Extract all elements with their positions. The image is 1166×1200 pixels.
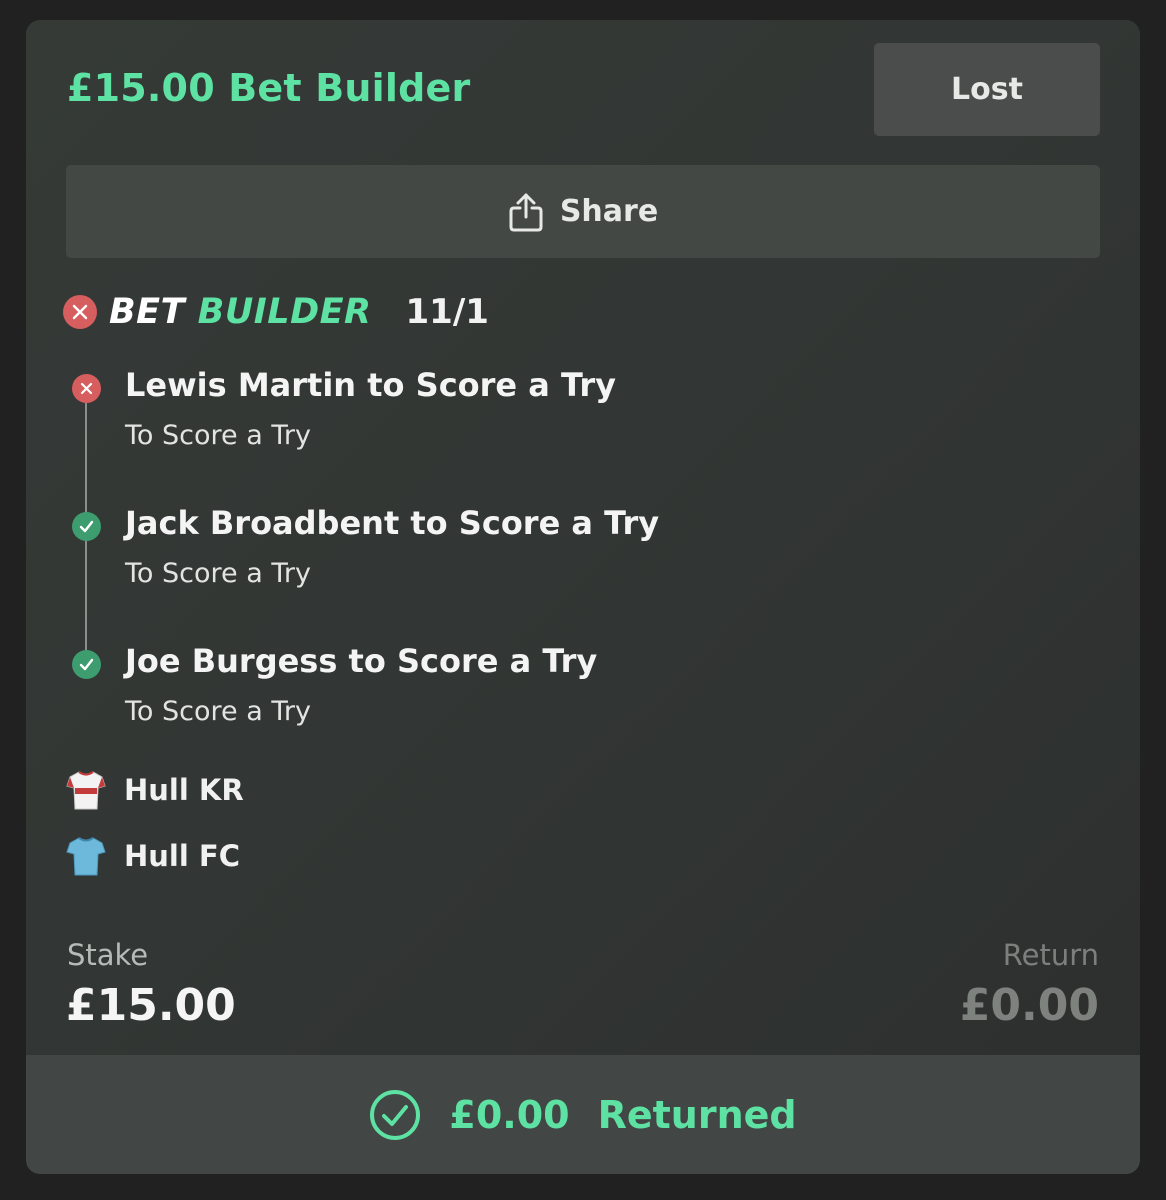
check-icon	[72, 650, 101, 679]
returned-label: Returned	[597, 1092, 797, 1137]
bet-builder-logo-part1: BET	[109, 292, 185, 332]
stake-value: £15.00	[66, 980, 236, 1031]
return-label: Return	[1002, 938, 1099, 972]
shirt-blue-icon	[66, 837, 106, 876]
share-label: Share	[559, 194, 659, 229]
bet-status-button[interactable]: Lost	[874, 43, 1100, 136]
leg-title: Jack Broadbent to Score a Try	[125, 504, 660, 542]
leg-market: To Score a Try	[125, 696, 311, 727]
share-icon	[509, 193, 543, 231]
bet-title: £15.00 Bet Builder	[67, 66, 471, 110]
check-icon	[72, 512, 101, 541]
leg-item: Jack Broadbent to Score a Try To Score a…	[66, 504, 1066, 594]
team-home: Hull KR	[66, 767, 244, 813]
team-name: Hull FC	[124, 839, 240, 873]
bet-odds: 11/1	[405, 292, 489, 332]
shirt-white-red-icon	[66, 771, 106, 810]
returned-footer: £0.00 Returned	[26, 1055, 1140, 1174]
bet-builder-logo-part2: BUILDER	[197, 292, 372, 332]
bet-card: £15.00 Bet Builder Lost Share BET BUILDE…	[26, 20, 1140, 1174]
return-value: £0.00	[959, 980, 1099, 1031]
stake-label: Stake	[67, 938, 149, 972]
check-circle-icon	[370, 1089, 421, 1140]
bet-builder-header: BET BUILDER 11/1	[63, 292, 489, 332]
share-button[interactable]: Share	[66, 165, 1100, 258]
close-icon	[72, 374, 101, 403]
close-icon	[63, 295, 97, 329]
leg-item: Lewis Martin to Score a Try To Score a T…	[66, 366, 1066, 456]
team-away: Hull FC	[66, 833, 240, 879]
leg-item: Joe Burgess to Score a Try To Score a Tr…	[66, 642, 1066, 732]
returned-amount: £0.00	[449, 1092, 570, 1137]
leg-market: To Score a Try	[125, 420, 311, 451]
bet-builder-logo: BET BUILDER	[109, 292, 372, 332]
leg-title: Lewis Martin to Score a Try	[125, 366, 616, 404]
team-name: Hull KR	[124, 773, 244, 807]
leg-title: Joe Burgess to Score a Try	[125, 642, 598, 680]
leg-market: To Score a Try	[125, 558, 311, 589]
